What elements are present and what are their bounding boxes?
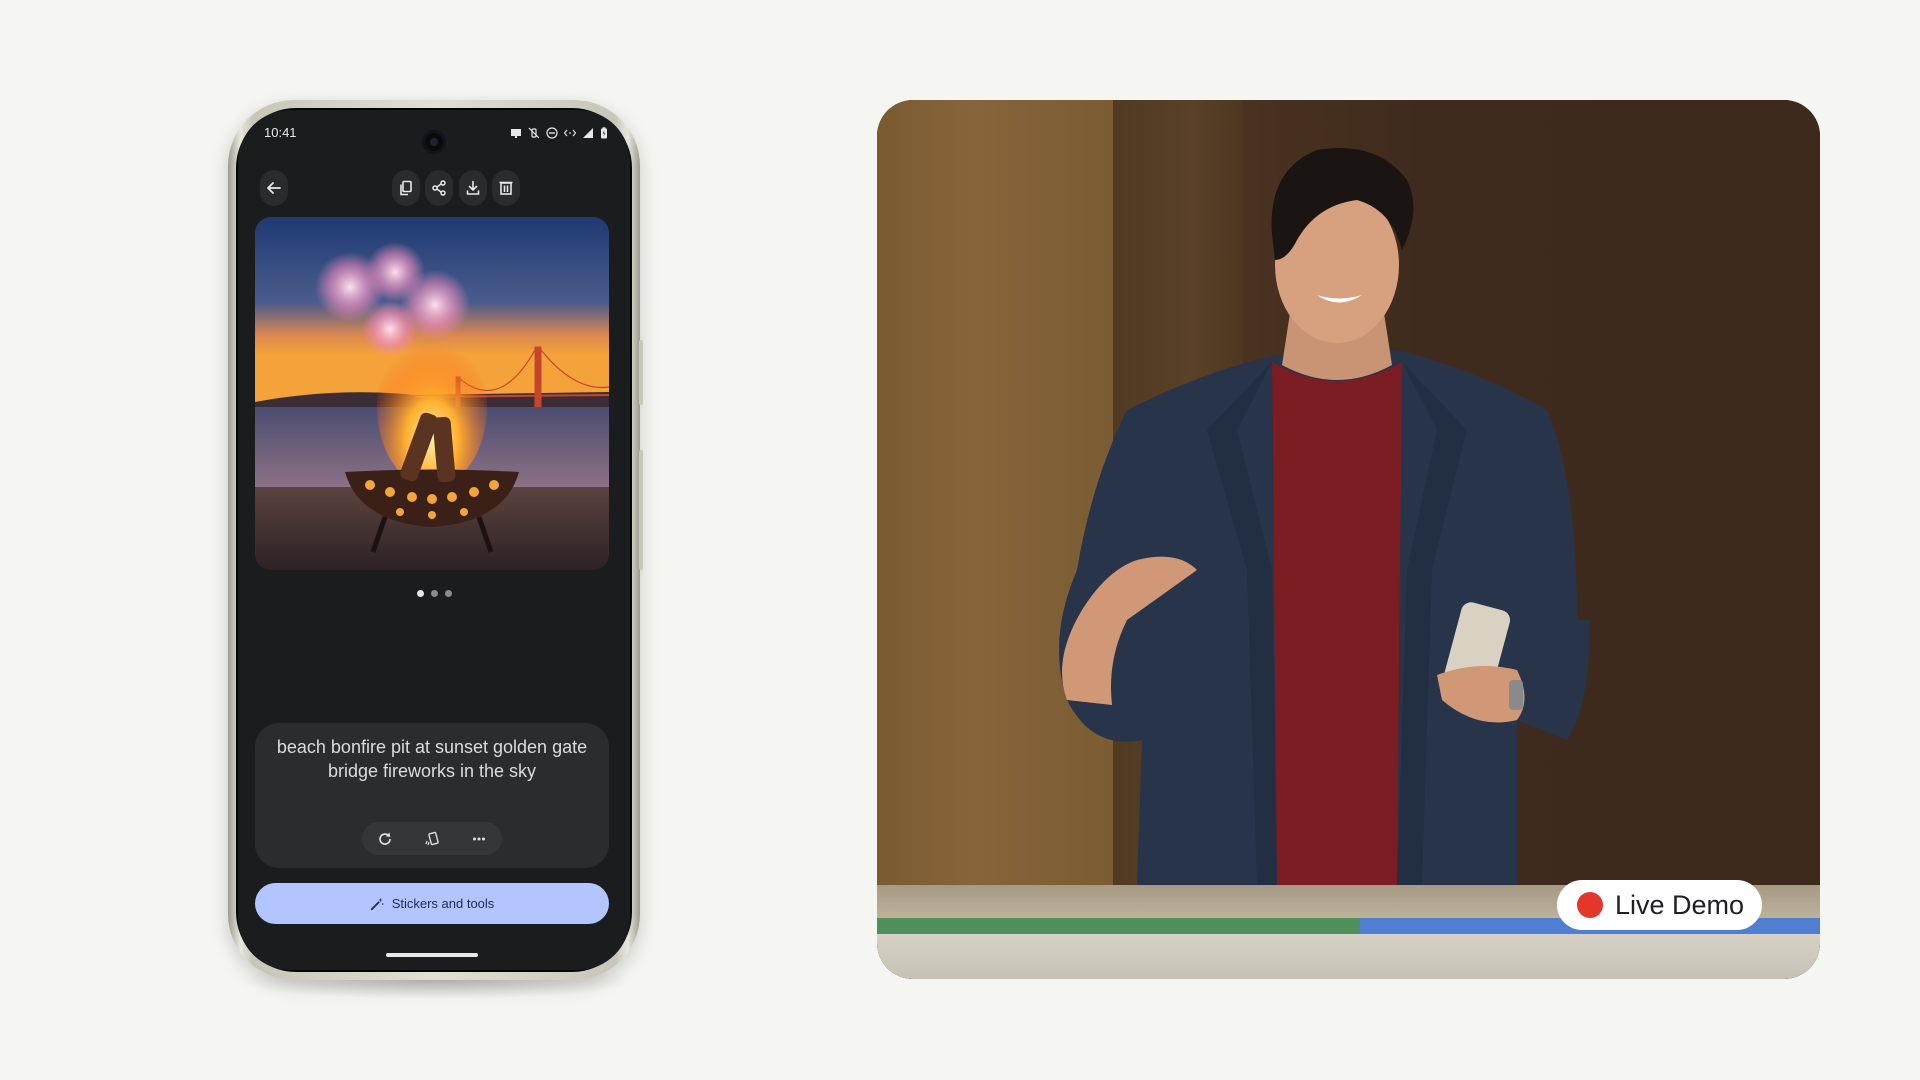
prompt-actions xyxy=(362,822,502,855)
status-time: 10:41 xyxy=(264,125,297,140)
shirt xyxy=(1272,362,1402,885)
more-icon xyxy=(472,837,485,840)
cast-icon xyxy=(510,126,522,138)
prompt-card: beach bonfire pit at sunset golden gate … xyxy=(255,723,609,868)
live-demo-badge: Live Demo xyxy=(1557,880,1762,930)
prompt-text[interactable]: beach bonfire pit at sunset golden gate … xyxy=(265,735,599,783)
volume-button xyxy=(639,450,643,570)
download-button[interactable] xyxy=(459,170,487,206)
pager-dot[interactable] xyxy=(430,590,438,597)
image-pager[interactable] xyxy=(238,590,630,597)
share-icon xyxy=(432,180,446,196)
magic-wand-icon xyxy=(370,897,384,910)
desk-stripe-green xyxy=(877,918,1360,934)
presenter xyxy=(1059,148,1590,885)
live-demo-label: Live Demo xyxy=(1615,889,1745,920)
signal-icon xyxy=(582,126,594,138)
fire xyxy=(377,327,487,487)
shake-button[interactable] xyxy=(418,825,446,853)
pager-dot-active[interactable] xyxy=(416,590,424,597)
status-bar: 10:41 xyxy=(238,124,630,154)
copy-button[interactable] xyxy=(392,170,420,206)
refresh-button[interactable] xyxy=(371,825,399,853)
refresh-icon xyxy=(379,832,392,845)
download-icon xyxy=(466,180,480,195)
delete-button[interactable] xyxy=(492,170,520,206)
image-toolbar xyxy=(238,170,630,206)
desk-front xyxy=(877,934,1820,979)
back-button[interactable] xyxy=(260,170,288,206)
more-button[interactable] xyxy=(465,825,493,853)
recording-dot-icon xyxy=(1577,892,1603,918)
power-button xyxy=(639,340,643,405)
watch xyxy=(1509,680,1523,710)
stickers-and-tools-button[interactable]: Stickers and tools xyxy=(255,883,609,924)
vibrate-off-icon xyxy=(528,126,540,139)
phone-screen: 10:41 beach bonfire pit at sunset golden… xyxy=(238,110,630,970)
back-arrow-icon xyxy=(267,182,281,194)
front-camera xyxy=(422,130,446,154)
data-saver-icon xyxy=(563,126,577,138)
stickers-button-label: Stickers and tools xyxy=(391,896,495,911)
shake-phone-icon xyxy=(425,831,439,845)
battery-charging-icon xyxy=(600,126,608,139)
copy-icon xyxy=(400,180,412,196)
presenter-video: Live Demo xyxy=(877,100,1820,979)
home-indicator[interactable] xyxy=(386,953,478,957)
do-not-disturb-icon xyxy=(546,126,558,139)
share-button[interactable] xyxy=(425,170,453,206)
delete-icon xyxy=(499,181,513,195)
pager-dot[interactable] xyxy=(444,590,452,597)
generated-image[interactable] xyxy=(255,217,609,570)
status-icons xyxy=(510,126,608,139)
phone-device: 10:41 beach bonfire pit at sunset golden… xyxy=(228,100,643,980)
